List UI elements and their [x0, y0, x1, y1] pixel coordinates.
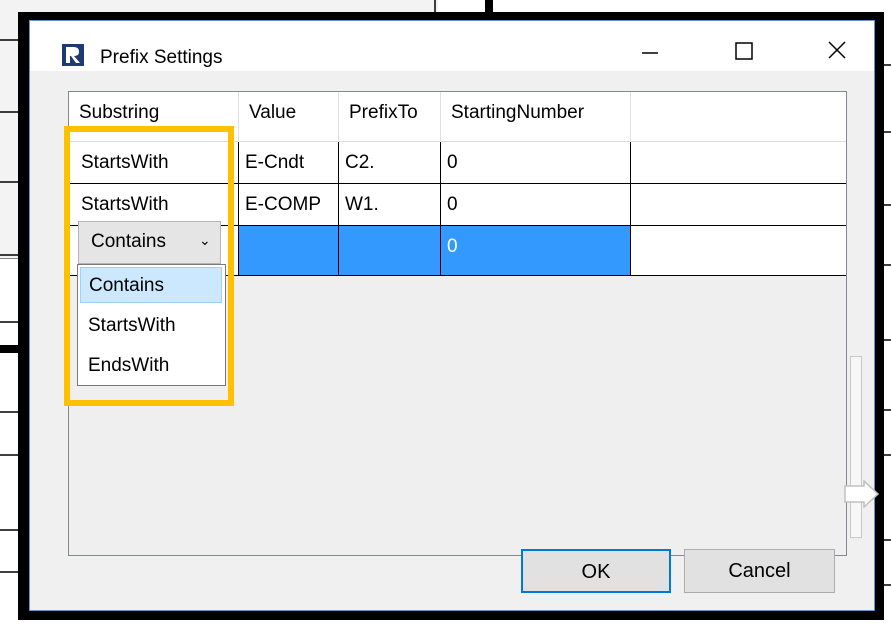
close-button[interactable] — [814, 35, 860, 69]
ok-button[interactable]: OK — [521, 549, 671, 593]
cell-prefixto[interactable]: W1. — [339, 184, 441, 226]
minimize-button[interactable] — [626, 35, 672, 69]
cell-filler — [631, 184, 846, 226]
cancel-button[interactable]: Cancel — [684, 549, 835, 593]
cell-value[interactable]: E-COMP — [239, 184, 339, 226]
cell-value[interactable] — [239, 226, 339, 276]
column-header-filler — [631, 92, 846, 142]
cell-value[interactable]: E-Cndt — [239, 142, 339, 184]
minimize-icon — [642, 52, 658, 54]
column-header-prefixto[interactable]: PrefixTo — [339, 92, 441, 142]
cell-startingnumber[interactable]: 0 — [441, 142, 631, 184]
cell-filler — [631, 226, 846, 276]
maximize-icon — [735, 42, 753, 60]
arrow-right-icon — [844, 480, 880, 508]
cell-filler — [631, 142, 846, 184]
highlight-annotation-frame — [64, 126, 234, 406]
title-bar[interactable]: Prefix Settings — [30, 21, 874, 71]
column-header-value[interactable]: Value — [239, 92, 339, 142]
window-title: Prefix Settings — [100, 47, 223, 68]
column-header-startingnumber[interactable]: StartingNumber — [441, 92, 631, 142]
cell-startingnumber[interactable]: 0 — [441, 184, 631, 226]
close-icon — [828, 41, 846, 59]
cell-prefixto[interactable]: C2. — [339, 142, 441, 184]
cell-prefixto[interactable] — [339, 226, 441, 276]
scrollbar-track[interactable] — [850, 356, 862, 538]
revit-logo-icon — [62, 44, 84, 66]
maximize-button[interactable] — [720, 35, 766, 69]
cell-startingnumber[interactable]: 0 — [441, 226, 631, 276]
